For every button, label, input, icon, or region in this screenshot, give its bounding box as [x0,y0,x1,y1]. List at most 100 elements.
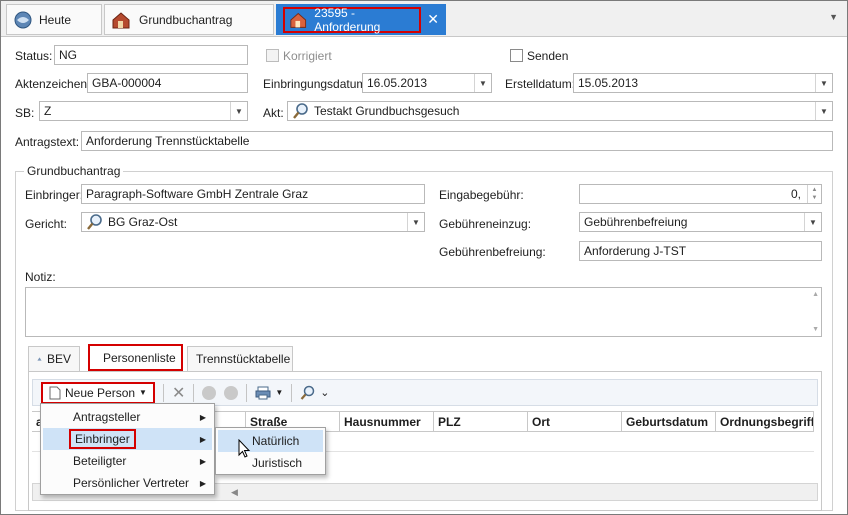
menu-item-antragsteller[interactable]: Antragsteller ▶ [43,406,212,428]
mouse-cursor-icon [238,439,251,458]
tab-trennstuecktabelle[interactable]: Trennstücktabelle [187,346,293,371]
toolbar-separator [291,383,293,402]
akt-label: Akt: [263,106,284,120]
person-toolbar: Neue Person ▼ ✕ ▼ ⌄ [32,379,818,406]
senden-checkbox[interactable] [510,49,523,62]
tab-personenliste-label: Personenliste [103,350,176,365]
house-icon [112,11,130,28]
chevron-down-icon[interactable]: ▼ [275,388,283,397]
tab-bev[interactable]: BEV [28,346,80,371]
status-field[interactable]: NG [54,45,248,65]
menu-item-beteiligter[interactable]: Beteiligter ▶ [43,450,212,472]
sb-value: Z [44,104,52,118]
close-icon[interactable]: ✕ [427,11,439,28]
menu-item-einbringer[interactable]: Einbringer ▶ [43,428,212,450]
chevron-right-icon: ▶ [199,412,206,422]
chevron-right-icon: ▶ [199,478,206,488]
chevron-down-icon[interactable]: ▼ [804,213,821,231]
gericht-field[interactable]: BG Graz-Ost ▼ [81,212,425,232]
gericht-value: BG Graz-Ost [108,215,178,229]
chevron-down-icon[interactable]: ▼ [815,102,832,120]
sb-field[interactable]: Z ▼ [39,101,248,121]
group-title: Grundbuchantrag [24,164,124,178]
submenu-item-juristisch[interactable]: Juristisch [218,452,323,474]
chevron-down-icon[interactable]: ⌄ [320,386,329,399]
toolbar-separator [162,383,164,402]
column-header-ordnungsbegriff[interactable]: Ordnungsbegriff [716,412,814,431]
column-header-hausnummer[interactable]: Hausnummer [340,412,434,431]
submenu-item-juristisch-label: Juristisch [252,456,303,470]
chevron-down-icon[interactable]: ▼ [230,102,247,120]
notiz-textarea[interactable]: ▲ ▼ [25,287,822,337]
search-icon[interactable] [86,213,104,231]
chevron-down-icon[interactable]: ▼ [829,12,838,22]
aktenzeichen-field[interactable]: GBA-000004 [87,73,248,93]
printer-icon[interactable] [255,386,271,400]
tab-heute-label: Heute [39,12,72,27]
tab-personenliste[interactable]: Personenliste [88,344,183,371]
tab-trennstuecktabelle-label: Trennstücktabelle [196,352,291,366]
gebuehreneinzug-value: Gebührenbefreiung [584,215,688,229]
home-globe-icon [14,11,32,28]
chevron-right-icon: ▶ [199,434,206,444]
sb-label: SB: [15,106,35,120]
tab-grundbuchantrag[interactable]: Grundbuchantrag [104,4,274,35]
new-person-label: Neue Person [65,385,136,400]
einbringungsdatum-label: Einbringungsdatum: [263,77,370,91]
antragstext-field[interactable]: Anforderung Trennstücktabelle [81,131,833,151]
chevron-right-icon: ▶ [199,456,206,466]
bev-map-icon [37,357,42,361]
erstelldatum-field[interactable]: 15.05.2013 ▼ [573,73,833,93]
house-icon [290,12,307,28]
search-icon[interactable] [300,385,316,401]
aktenzeichen-label: Aktenzeichen: [15,77,91,91]
scroll-left-icon[interactable]: ◀ [231,487,238,498]
tab-anforderung[interactable]: 23595 - Anforderung ✕ [276,4,446,35]
einbringer-value: Paragraph-Software GmbH Zentrale Graz [86,187,309,201]
eingabegebuehr-label: Eingabegebühr: [439,188,524,202]
einbringer-field[interactable]: Paragraph-Software GmbH Zentrale Graz [81,184,425,204]
aktenzeichen-value: GBA-000004 [92,76,162,90]
status-value: NG [59,48,77,62]
move-up-icon[interactable] [202,385,217,400]
einbringer-submenu: Natürlich Juristisch [215,427,326,475]
senden-label: Senden [527,49,569,63]
antragstext-value: Anforderung Trennstücktabelle [86,134,250,148]
spin-buttons[interactable]: ▲ ▼ [807,185,821,203]
column-header-ort[interactable]: Ort [528,412,622,431]
einbringungsdatum-field[interactable]: 16.05.2013 ▼ [362,73,492,93]
search-icon[interactable] [292,102,310,120]
tab-heute[interactable]: Heute [6,4,102,35]
chevron-down-icon[interactable]: ▼ [474,74,491,92]
gebuehrenbefreiung-field[interactable]: Anforderung J-TST [579,241,822,261]
eingabegebuehr-field[interactable]: 0, ▲ ▼ [579,184,822,204]
move-down-icon[interactable] [224,385,239,400]
einbringer-label: Einbringer: [25,188,84,202]
tab-bev-label: BEV [46,352,71,366]
column-header-geburtsdatum[interactable]: Geburtsdatum [622,412,716,431]
submenu-item-natuerlich-label: Natürlich [252,434,300,448]
menu-item-persoenlicher-vertreter-label: Persönlicher Vertreter [73,476,190,490]
gebuehrenbefreiung-label: Gebührenbefreiung: [439,245,546,259]
gebuehrenbefreiung-value: Anforderung J-TST [584,244,687,258]
gericht-label: Gericht: [25,217,68,231]
menu-item-antragsteller-label: Antragsteller [73,410,141,424]
antragstext-label: Antragstext: [15,135,80,149]
einbringungsdatum-value: 16.05.2013 [367,76,428,90]
menu-item-persoenlicher-vertreter[interactable]: Persönlicher Vertreter ▶ [43,472,212,494]
korrigiert-checkbox[interactable] [266,49,279,62]
delete-icon[interactable]: ✕ [172,383,185,403]
chevron-down-icon[interactable]: ▼ [815,74,832,92]
menu-item-beteiligter-label: Beteiligter [73,454,127,468]
column-header-plz[interactable]: PLZ [434,412,528,431]
scroll-up-icon[interactable]: ▲ [812,291,819,298]
chevron-down-icon[interactable]: ▼ [407,213,424,231]
new-person-button[interactable]: Neue Person ▼ [41,381,155,404]
submenu-item-natuerlich[interactable]: Natürlich [218,430,323,452]
gebuehreneinzug-field[interactable]: Gebührenbefreiung ▼ [579,212,822,232]
scroll-down-icon[interactable]: ▼ [812,326,819,333]
erstelldatum-label: Erstelldatum: [505,77,576,91]
akt-field[interactable]: Testakt Grundbuchsgesuch ▼ [287,101,833,121]
toolbar-separator [246,383,248,402]
active-tab-highlight: 23595 - Anforderung [283,6,422,34]
